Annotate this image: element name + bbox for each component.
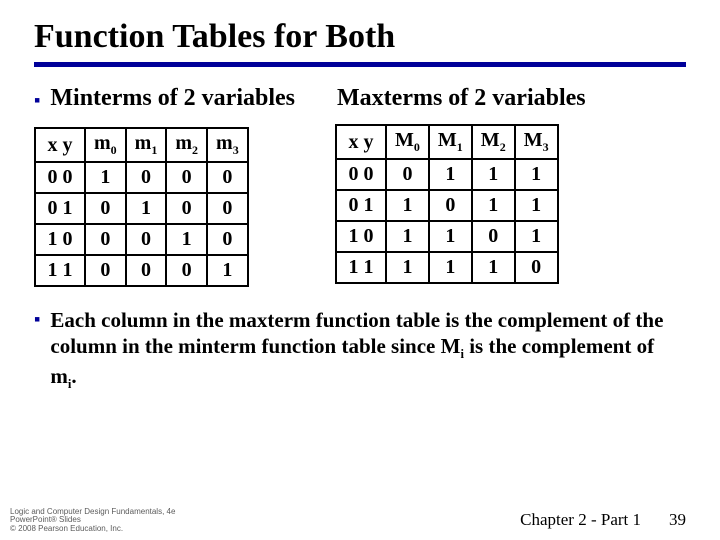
cell: 0 xyxy=(472,221,515,252)
col-header: m1 xyxy=(126,128,167,162)
cell: 1 xyxy=(166,224,207,255)
cell: 0 xyxy=(126,224,167,255)
slide-title: Function Tables for Both xyxy=(34,18,686,56)
page-number: 39 xyxy=(669,510,686,530)
xy-cell: 0 0 xyxy=(336,159,386,190)
cell: 1 xyxy=(472,252,515,283)
bullet-icon: ▪ xyxy=(34,307,40,331)
cell: 1 xyxy=(515,159,558,190)
cell: 0 xyxy=(207,193,248,224)
xy-cell: 0 0 xyxy=(35,162,85,193)
footer-line: © 2008 Pearson Education, Inc. xyxy=(10,525,175,534)
cell: 0 xyxy=(166,193,207,224)
table-row: x y M0 M1 M2 M3 xyxy=(336,125,558,159)
xy-cell: 1 1 xyxy=(336,252,386,283)
cell: 1 xyxy=(85,162,126,193)
minterms-column: ▪ Minterms of 2 variables x y m0 m1 m2 m… xyxy=(34,85,295,287)
cell: 0 xyxy=(166,255,207,286)
table-row: 1 1 0 0 0 1 xyxy=(35,255,248,286)
table-row: 1 0 1 1 0 1 xyxy=(336,221,558,252)
col-header: m3 xyxy=(207,128,248,162)
xy-cell: 1 1 xyxy=(35,255,85,286)
col-header: m0 xyxy=(85,128,126,162)
col-header: M0 xyxy=(386,125,429,159)
cell: 0 xyxy=(166,162,207,193)
note-line: ▪ Each column in the maxterm function ta… xyxy=(34,307,686,393)
table-row: 0 0 1 0 0 0 xyxy=(35,162,248,193)
xy-cell: 1 0 xyxy=(35,224,85,255)
title-rule xyxy=(34,62,686,67)
maxterms-heading-text: Maxterms of 2 variables xyxy=(337,85,586,112)
cell: 0 xyxy=(85,224,126,255)
table-row: 1 0 0 0 1 0 xyxy=(35,224,248,255)
cell: 1 xyxy=(429,159,472,190)
cell: 1 xyxy=(472,159,515,190)
xy-header: x y xyxy=(336,125,386,159)
minterms-heading: ▪ Minterms of 2 variables xyxy=(34,85,295,115)
xy-cell: 0 1 xyxy=(336,190,386,221)
cell: 0 xyxy=(207,224,248,255)
cell: 0 xyxy=(386,159,429,190)
cell: 0 xyxy=(207,162,248,193)
cell: 0 xyxy=(429,190,472,221)
table-row: 0 1 0 1 0 0 xyxy=(35,193,248,224)
xy-cell: 0 1 xyxy=(35,193,85,224)
col-header: M3 xyxy=(515,125,558,159)
cell: 1 xyxy=(429,252,472,283)
cell: 1 xyxy=(515,190,558,221)
minterms-heading-text: Minterms of 2 variables xyxy=(50,85,295,112)
footer-left: Logic and Computer Design Fundamentals, … xyxy=(10,508,175,534)
cell: 1 xyxy=(386,252,429,283)
tables-row: ▪ Minterms of 2 variables x y m0 m1 m2 m… xyxy=(34,85,686,287)
cell: 1 xyxy=(386,190,429,221)
minterms-table: x y m0 m1 m2 m3 0 0 1 0 0 0 0 1 0 1 xyxy=(34,127,249,287)
table-row: 0 1 1 0 1 1 xyxy=(336,190,558,221)
chapter-label: Chapter 2 - Part 1 xyxy=(520,510,641,530)
col-header: M2 xyxy=(472,125,515,159)
cell: 1 xyxy=(386,221,429,252)
cell: 0 xyxy=(85,193,126,224)
cell: 1 xyxy=(515,221,558,252)
note-text: Each column in the maxterm function tabl… xyxy=(50,307,666,393)
cell: 1 xyxy=(207,255,248,286)
cell: 0 xyxy=(515,252,558,283)
cell: 0 xyxy=(126,162,167,193)
maxterms-column: Maxterms of 2 variables x y M0 M1 M2 M3 … xyxy=(335,85,586,284)
cell: 1 xyxy=(472,190,515,221)
table-row: 0 0 0 1 1 1 xyxy=(336,159,558,190)
xy-cell: 1 0 xyxy=(336,221,386,252)
cell: 1 xyxy=(429,221,472,252)
cell: 0 xyxy=(126,255,167,286)
note-end: . xyxy=(71,364,76,388)
col-header: M1 xyxy=(429,125,472,159)
table-row: x y m0 m1 m2 m3 xyxy=(35,128,248,162)
xy-header: x y xyxy=(35,128,85,162)
cell: 1 xyxy=(126,193,167,224)
table-row: 1 1 1 1 1 0 xyxy=(336,252,558,283)
maxterms-table: x y M0 M1 M2 M3 0 0 0 1 1 1 0 1 1 0 xyxy=(335,124,559,284)
col-header: m2 xyxy=(166,128,207,162)
maxterms-heading: Maxterms of 2 variables xyxy=(337,85,586,112)
footer-right: Chapter 2 - Part 1 39 xyxy=(520,510,686,530)
bullet-icon: ▪ xyxy=(34,85,40,115)
cell: 0 xyxy=(85,255,126,286)
